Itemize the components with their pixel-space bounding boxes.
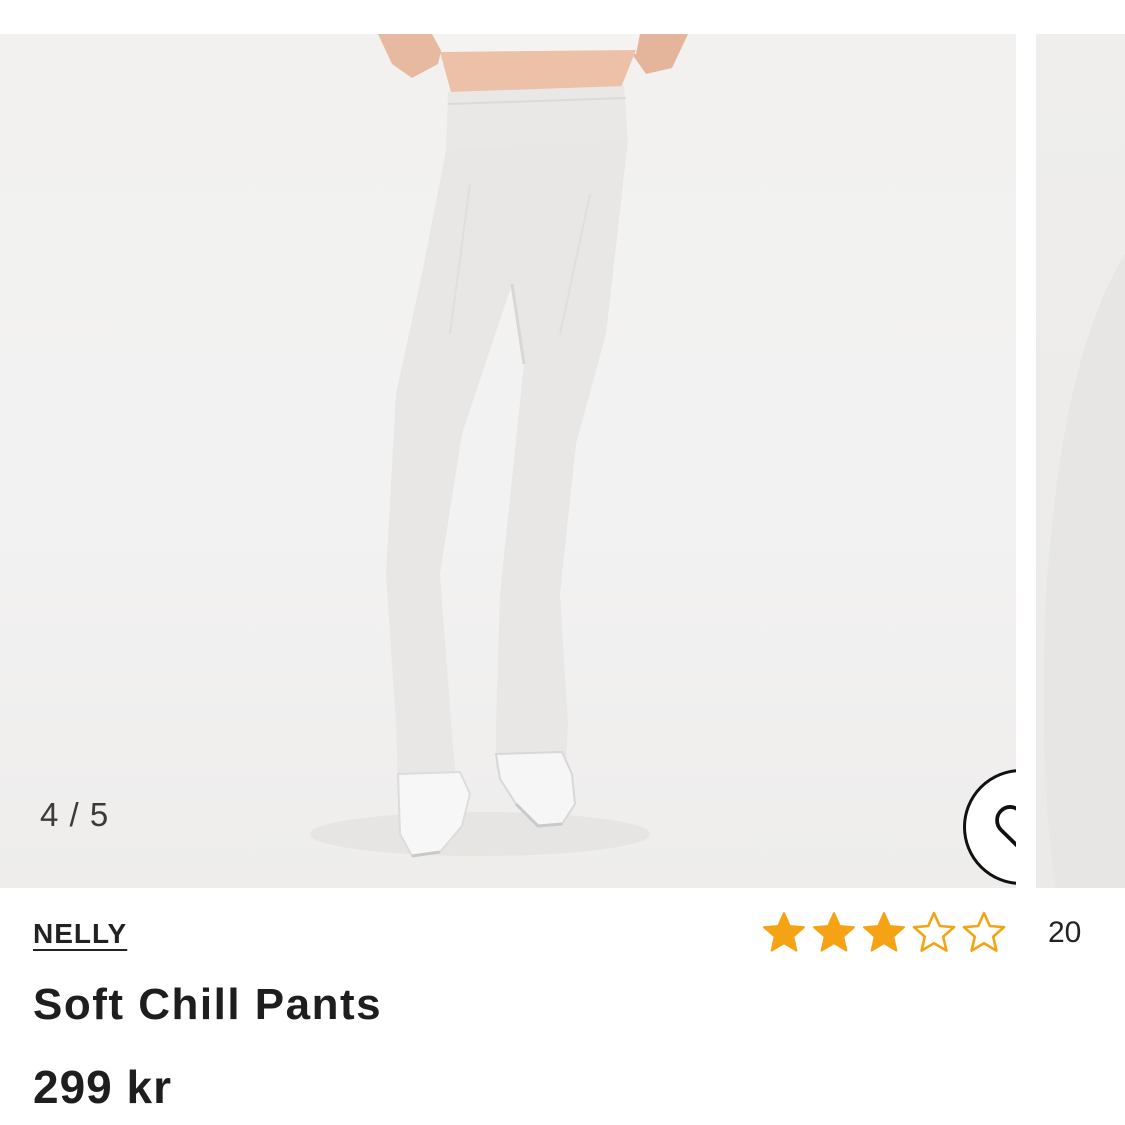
product-price: 299 kr	[33, 1061, 173, 1113]
heart-outline-icon	[992, 801, 1016, 853]
star-filled-icon	[810, 910, 858, 956]
star-empty-icon	[910, 910, 958, 956]
product-card: 4 / 5 NELLY 20 Soft Chill Pants 299 kr	[0, 0, 1125, 1125]
product-image-next-peek[interactable]	[1036, 34, 1125, 888]
rating-stars	[760, 910, 1008, 956]
image-counter: 4 / 5	[40, 796, 110, 833]
product-photo	[310, 34, 688, 858]
product-title: Soft Chill Pants	[33, 980, 383, 1029]
product-image-gallery[interactable]: 4 / 5	[0, 34, 1125, 888]
star-filled-icon	[760, 910, 808, 956]
next-photo-peek	[1043, 254, 1125, 888]
product-image-current[interactable]: 4 / 5	[0, 34, 1016, 888]
review-count: 20	[1048, 916, 1082, 949]
star-empty-icon	[960, 910, 1008, 956]
brand-link[interactable]: NELLY	[33, 918, 127, 950]
product-rating[interactable]: 20	[760, 910, 1081, 956]
star-filled-icon	[860, 910, 908, 956]
